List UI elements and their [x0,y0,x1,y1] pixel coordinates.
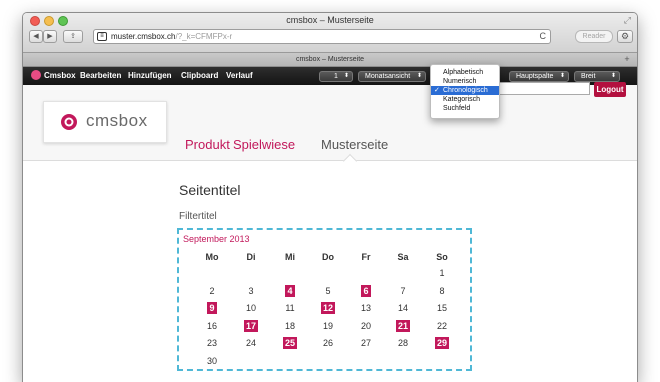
calendar-day: 22 [436,320,447,331]
calendar-day: 2 [209,285,215,296]
nav-item-musterseite[interactable]: Musterseite [321,137,388,152]
dropdown-option-label: Alphabetisch [443,69,484,76]
reload-icon[interactable]: C [540,31,547,41]
calendar-day: 11 [285,303,295,313]
filter-title: Filtertitel [179,211,217,222]
calendar-weekday-header: So [436,252,448,262]
dropdown-option-label: Kategorisch [443,96,480,103]
calendar-day: 20 [360,320,371,331]
calendar-event-day[interactable]: 4 [275,284,305,297]
width-select[interactable]: Breit ⬍ [574,71,620,82]
page-select[interactable]: 1 ⬍ [319,71,353,82]
window-title: cmsbox – Musterseite [286,15,374,25]
fullscreen-icon[interactable]: ⤢ [624,15,631,26]
calendar-day: 30 [206,355,217,366]
favicon-icon: ≡ [97,32,107,41]
calendar-day: 7 [400,285,406,296]
view-select[interactable]: Monatsansicht ⬍ [358,71,426,82]
cms-logo-icon[interactable] [31,70,41,80]
calendar-day: 10 [245,303,256,313]
calendar-day: 14 [397,303,408,313]
calendar-event-day[interactable]: 29 [427,337,457,349]
calendar-day: 23 [206,338,217,348]
calendar-day: 28 [397,338,408,348]
settings-gear-icon[interactable]: ⚙ [617,30,633,43]
calendar-month-label: September 2013 [183,234,250,244]
checkmark-icon: ✓ [434,87,440,94]
cms-menu-verlauf[interactable]: Verlauf [226,71,253,80]
address-bar[interactable]: ≡ muster.cmsbox.ch/?_k=CFMFPx-r C [93,29,551,44]
calendar-day: 27 [360,338,371,348]
cms-menu-hinzufuegen[interactable]: Hinzufügen [128,71,172,80]
calendar-day: 16 [206,320,217,331]
dropdown-options: Alphabetisch Numerisch ✓ Chronologisch Kateg… [431,68,499,113]
calendar-day: 1 [439,268,445,278]
calendar-weekday-header: Do [322,252,334,262]
cms-menu-bearbeiten[interactable]: Bearbeiten [80,71,121,80]
nav-item-produkt[interactable]: Produkt [185,137,230,152]
dropdown-option-label: Suchfeld [443,105,471,112]
reader-button[interactable]: Reader [575,30,613,43]
calendar-day: 26 [322,338,333,348]
url-text: muster.cmsbox.ch/?_k=CFMFPx-r [111,32,233,41]
title-bar: cmsbox – Musterseite ⤢ ◀ ▶ ⇪ ≡ muster.cm… [23,13,637,53]
calendar-event-day[interactable]: 25 [275,337,305,349]
cms-menu-clipboard[interactable]: Clipboard [181,71,218,80]
calendar-event-day[interactable]: 6 [351,284,381,297]
back-button[interactable]: ◀ [29,30,43,43]
calendar-day: 24 [245,338,256,348]
calendar-day: 13 [360,303,371,313]
calendar-weekday-header: Di [246,252,256,262]
calendar-event-day[interactable]: 17 [236,319,266,332]
browser-window: cmsbox – Musterseite ⤢ ◀ ▶ ⇪ ≡ muster.cm… [22,12,638,382]
calendar-weekday-header: Mi [285,252,295,262]
dropdown-option[interactable]: ✓ Chronologisch [431,86,499,95]
dropdown-option[interactable]: Alphabetisch [431,68,499,77]
calendar-day: 15 [436,303,447,313]
dropdown-option-label: Chronologisch [443,87,488,94]
calendar-weekday-header: Sa [397,252,409,262]
dropdown-option[interactable]: Kategorisch [431,95,499,104]
calendar-event-day[interactable]: 9 [197,302,227,314]
logout-button[interactable]: Logout [594,82,626,97]
calendar-day: 3 [248,285,254,296]
tab-active[interactable]: cmsbox – Musterseite [23,56,637,63]
share-button[interactable]: ⇪ [63,30,83,43]
calendar-weekday-header: Mo [205,252,219,262]
dropdown-option-label: Numerisch [443,78,477,85]
new-tab-button[interactable]: + [621,54,633,65]
cms-menu-cmsbox[interactable]: Cmsbox [44,71,76,80]
tab-bar: cmsbox – Musterseite + [23,53,637,67]
column-select[interactable]: Hauptspalte ⬍ [509,71,569,82]
calendar-day: 19 [322,320,333,331]
forward-button[interactable]: ▶ [43,30,57,43]
sort-dropdown-menu: Alphabetisch Numerisch ✓ Chronologisch Kateg… [430,64,500,119]
dropdown-option[interactable]: Suchfeld [431,104,499,113]
dropdown-option[interactable]: Numerisch [431,77,499,86]
cmsbox-logo-icon [61,114,77,130]
site-logo[interactable]: cmsbox [43,101,167,143]
calendar-event-day[interactable]: 21 [388,319,418,332]
calendar-weekday-header: Fr [361,252,371,262]
logo-text: cmsbox [86,111,148,130]
page-title: Seitentitel [179,182,241,198]
calendar: September 2013 Mo Di Mi Do Fr Sa So 1 2 3 4 5 6 7 8 9 10… [177,228,472,371]
calendar-day: 18 [284,320,295,331]
nav-item-spielwiese[interactable]: Spielwiese [233,137,295,152]
calendar-day: 8 [439,285,445,296]
calendar-event-day[interactable]: 12 [313,302,343,314]
calendar-day: 5 [325,285,331,296]
